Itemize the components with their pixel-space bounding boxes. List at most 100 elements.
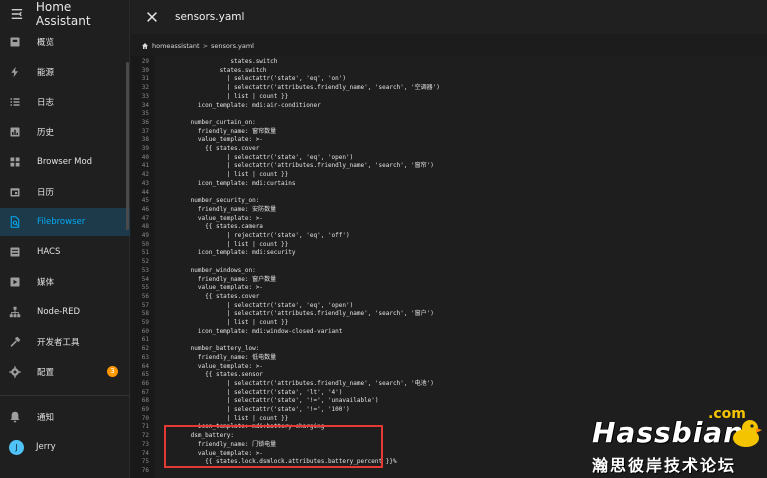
hacs-icon [10,247,20,257]
code-line[interactable]: 43 icon_template: mdi:curtains [131,180,767,189]
code-line[interactable]: 56 {{ states.cover [131,293,767,302]
code-line[interactable]: 34 icon_template: mdi:air-conditioner [131,102,767,111]
breadcrumb-folder[interactable]: homeassistant [152,42,200,50]
sidebar-item-calendar[interactable]: 日历 [0,178,130,206]
sidebar-item-label: 媒体 [37,278,55,288]
code-line[interactable]: 63 friendly_name: 低电数量 [131,354,767,363]
code-line[interactable]: 44 [131,189,767,198]
code-line[interactable]: 33 | list | count }} [131,93,767,102]
code-text: icon_template: mdi:air-conditioner [169,101,321,109]
code-line[interactable]: 29 states.switch [131,58,767,67]
code-line[interactable]: 67 | selectattr('state', 'lt', '4') [131,389,767,398]
code-line[interactable]: 30 states.switch [131,67,767,76]
code-line[interactable]: 49 | rejectattr('state', 'eq', 'off') [131,232,767,241]
line-number: 54 [141,275,149,283]
code-text: | selectattr('state', 'eq', 'on') [169,75,347,83]
code-text: | list | count }} [169,240,289,248]
sidebar-item-user[interactable]: J Jerry [0,433,130,461]
code-line[interactable]: 42 | list | count }} [131,171,767,180]
sidebar-item-browser-mod[interactable]: Browser Mod [0,148,130,176]
sidebar-item-config[interactable]: 配置 3 [0,358,130,386]
code-line[interactable]: 58 | selectattr('attributes.friendly_nam… [131,310,767,319]
sidebar-item-label: Browser Mod [37,157,93,167]
sidebar-item-history[interactable]: 历史 [0,118,130,146]
bell-icon [10,411,20,423]
avatar: J [9,439,24,455]
code-text: friendly_name: 窗户数量 [169,275,277,283]
chart-icon [10,127,20,137]
code-text: value_template: >- [169,362,263,370]
code-text: icon_template: mdi:security [169,249,296,257]
code-line[interactable]: 32 | selectattr('attributes.friendly_nam… [131,84,767,93]
code-line[interactable]: 54 friendly_name: 窗户数量 [131,276,767,285]
line-number: 66 [141,379,149,387]
browser-mod-icon [10,157,20,167]
line-number: 62 [141,345,149,353]
code-text: | list | count }} [169,319,289,326]
watermark-sub: 瀚思彼岸技术论坛 [592,456,737,475]
home-icon[interactable] [141,42,149,50]
sidebar-item-overview[interactable]: 概览 [0,28,130,56]
sidebar-item-label: Filebrowser [37,217,86,227]
code-line[interactable]: 31 | selectattr('state', 'eq', 'on') [131,75,767,84]
sidebar-item-media[interactable]: 媒体 [0,268,130,296]
sidebar-scrollbar[interactable] [126,62,129,230]
highlight-box [164,425,383,468]
code-line[interactable]: 60 icon_template: mdi:window-closed-vari… [131,328,767,337]
line-number: 63 [141,353,149,361]
line-number: 61 [141,336,149,344]
code-line[interactable]: 62 number_battery_low: [131,345,767,354]
line-number: 42 [141,171,149,179]
sidebar-item-filebrowser[interactable]: Filebrowser [0,208,130,236]
breadcrumb-file[interactable]: sensors.yaml [211,42,254,50]
code-line[interactable]: 39 {{ states.cover [131,145,767,154]
code-line[interactable]: 51 icon_template: mdi:security [131,249,767,258]
code-line[interactable]: 41 | selectattr('attributes.friendly_nam… [131,162,767,171]
code-line[interactable]: 50 | list | count }} [131,241,767,250]
line-number: 49 [141,232,149,239]
line-number: 73 [141,440,149,448]
line-number: 31 [141,75,149,83]
code-line[interactable]: 37 friendly_name: 窗帘数量 [131,128,767,137]
sidebar-item-node-red[interactable]: Node-RED [0,298,130,326]
line-number: 29 [141,58,149,65]
line-number: 43 [141,179,149,187]
code-line[interactable]: 66 | selectattr('attributes.friendly_nam… [131,380,767,389]
sidebar-item-energy[interactable]: 能源 [0,58,130,86]
media-icon [10,277,20,287]
line-number: 60 [141,327,149,335]
line-number: 59 [141,319,149,326]
sidebar-item-developer-tools[interactable]: 开发者工具 [0,328,130,356]
code-line[interactable]: 61 [131,336,767,345]
breadcrumb-separator: > [202,42,209,50]
code-line[interactable]: 52 [131,258,767,267]
sidebar-item-notifications[interactable]: 通知 [0,403,130,431]
line-number: 32 [141,84,149,92]
code-line[interactable]: 65 {{ states.sensor [131,371,767,380]
line-number: 76 [141,466,149,474]
code-line[interactable]: 47 value_template: >- [131,215,767,224]
close-icon[interactable] [145,10,159,24]
sidebar-item-hacs[interactable]: HACS [0,238,130,266]
code-text: friendly_name: 低电数量 [169,353,277,361]
code-line[interactable]: 68 | selectattr('state', '!=', 'unavaila… [131,397,767,406]
code-line[interactable]: 35 [131,110,767,119]
code-line[interactable]: 53 number_windows_on: [131,267,767,276]
code-line[interactable]: 64 value_template: >- [131,363,767,372]
code-text: | selectattr('state', '!=', '100') [169,406,350,413]
code-line[interactable]: 48 {{ states.camera [131,223,767,232]
sidebar: Home Assistant 概览 能源 日志 历史 Browser Mod 日… [0,0,130,478]
code-line[interactable]: 55 value_template: >- [131,284,767,293]
sidebar-item-logbook[interactable]: 日志 [0,88,130,116]
menu-collapse-icon[interactable] [10,7,24,21]
code-line[interactable]: 59 | list | count }} [131,319,767,328]
code-text: | selectattr('state', 'lt', '4') [169,388,343,396]
code-text: value_template: >- [169,214,263,222]
sidebar-item-label: Node-RED [37,307,81,317]
code-text: friendly_name: 窗帘数量 [169,127,277,135]
code-line[interactable]: 36 number_curtain_on: [131,119,767,128]
code-line[interactable]: 45 number_security_on: [131,197,767,206]
code-line[interactable]: 57 | selectattr('state', 'eq', 'open') [131,302,767,311]
code-line[interactable]: 46 friendly_name: 安防数量 [131,206,767,215]
code-line[interactable]: 38 value_template: >- [131,136,767,145]
